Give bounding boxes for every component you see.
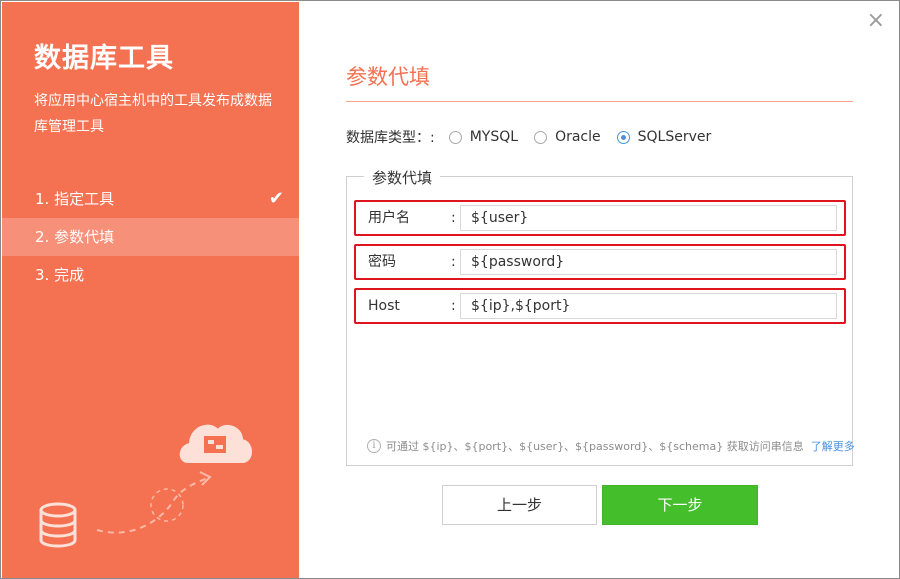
step-item-finish[interactable]: 3. 完成 — [2, 256, 299, 294]
radio-mysql[interactable]: MYSQL — [448, 129, 524, 145]
title-divider — [346, 101, 853, 102]
field-label: Host — [368, 298, 400, 314]
database-icon — [39, 502, 77, 548]
hint-text: i 可通过 ${ip}、${port}、${user}、${password}、… — [367, 438, 855, 454]
check-icon: ✔ — [268, 188, 284, 209]
app-title: 数据库工具 — [34, 43, 174, 74]
param-row-password: 密码 : — [354, 244, 846, 280]
close-button[interactable]: × — [867, 10, 885, 32]
next-button[interactable]: 下一步 — [602, 485, 758, 525]
param-row-host: Host : — [354, 288, 846, 324]
dialog-window: 数据库工具 将应用中心宿主机中的工具发布成数据库管理工具 1. 指定工具 ✔ 2… — [0, 0, 900, 579]
radio-circle-icon[interactable] — [534, 130, 548, 144]
section-title: 参数代填 — [346, 65, 430, 89]
step-label: 2. 参数代填 — [35, 228, 115, 246]
radio-label: MYSQL — [469, 129, 519, 145]
database-cloud-illustration — [39, 424, 252, 548]
field-colon: : — [451, 254, 456, 270]
radio-circle-icon[interactable] — [448, 130, 462, 144]
sidebar: 数据库工具 将应用中心宿主机中的工具发布成数据库管理工具 1. 指定工具 ✔ 2… — [2, 2, 299, 578]
learn-more-link[interactable]: 了解更多 — [811, 438, 855, 454]
field-label: 密码 — [368, 254, 396, 270]
radio-sqlserver[interactable]: SQLServer — [616, 129, 718, 145]
radio-label: Oracle — [555, 129, 601, 145]
radio-oracle[interactable]: Oracle — [534, 129, 607, 145]
field-colon: : — [451, 210, 456, 226]
step-label: 3. 完成 — [35, 266, 85, 284]
db-type-selector: 数据库类型：: MYSQL Oracle SQLServer — [346, 127, 717, 147]
step-item-specify-tool[interactable]: 1. 指定工具 ✔ — [2, 180, 299, 218]
radio-label: SQLServer — [637, 129, 712, 145]
field-colon: : — [451, 298, 456, 314]
cloud-icon — [179, 424, 252, 463]
hint-message: 可通过 ${ip}、${port}、${user}、${password}、${… — [386, 440, 804, 453]
radio-selected-icon[interactable] — [616, 130, 630, 144]
app-description: 将应用中心宿主机中的工具发布成数据库管理工具 — [34, 93, 272, 135]
step-label: 1. 指定工具 — [35, 190, 115, 208]
info-icon: i — [367, 439, 381, 453]
field-label: 用户名 — [368, 210, 410, 226]
db-type-label: 数据库类型：: — [346, 130, 435, 146]
password-input[interactable] — [460, 249, 837, 275]
username-input[interactable] — [460, 205, 837, 231]
prev-button[interactable]: 上一步 — [442, 485, 597, 525]
param-row-username: 用户名 : — [354, 200, 846, 236]
fieldset-legend: 参数代填 — [364, 167, 441, 188]
host-input[interactable] — [460, 293, 837, 319]
step-list: 1. 指定工具 ✔ 2. 参数代填 3. 完成 — [2, 180, 299, 294]
step-item-param-fill[interactable]: 2. 参数代填 — [2, 218, 299, 256]
